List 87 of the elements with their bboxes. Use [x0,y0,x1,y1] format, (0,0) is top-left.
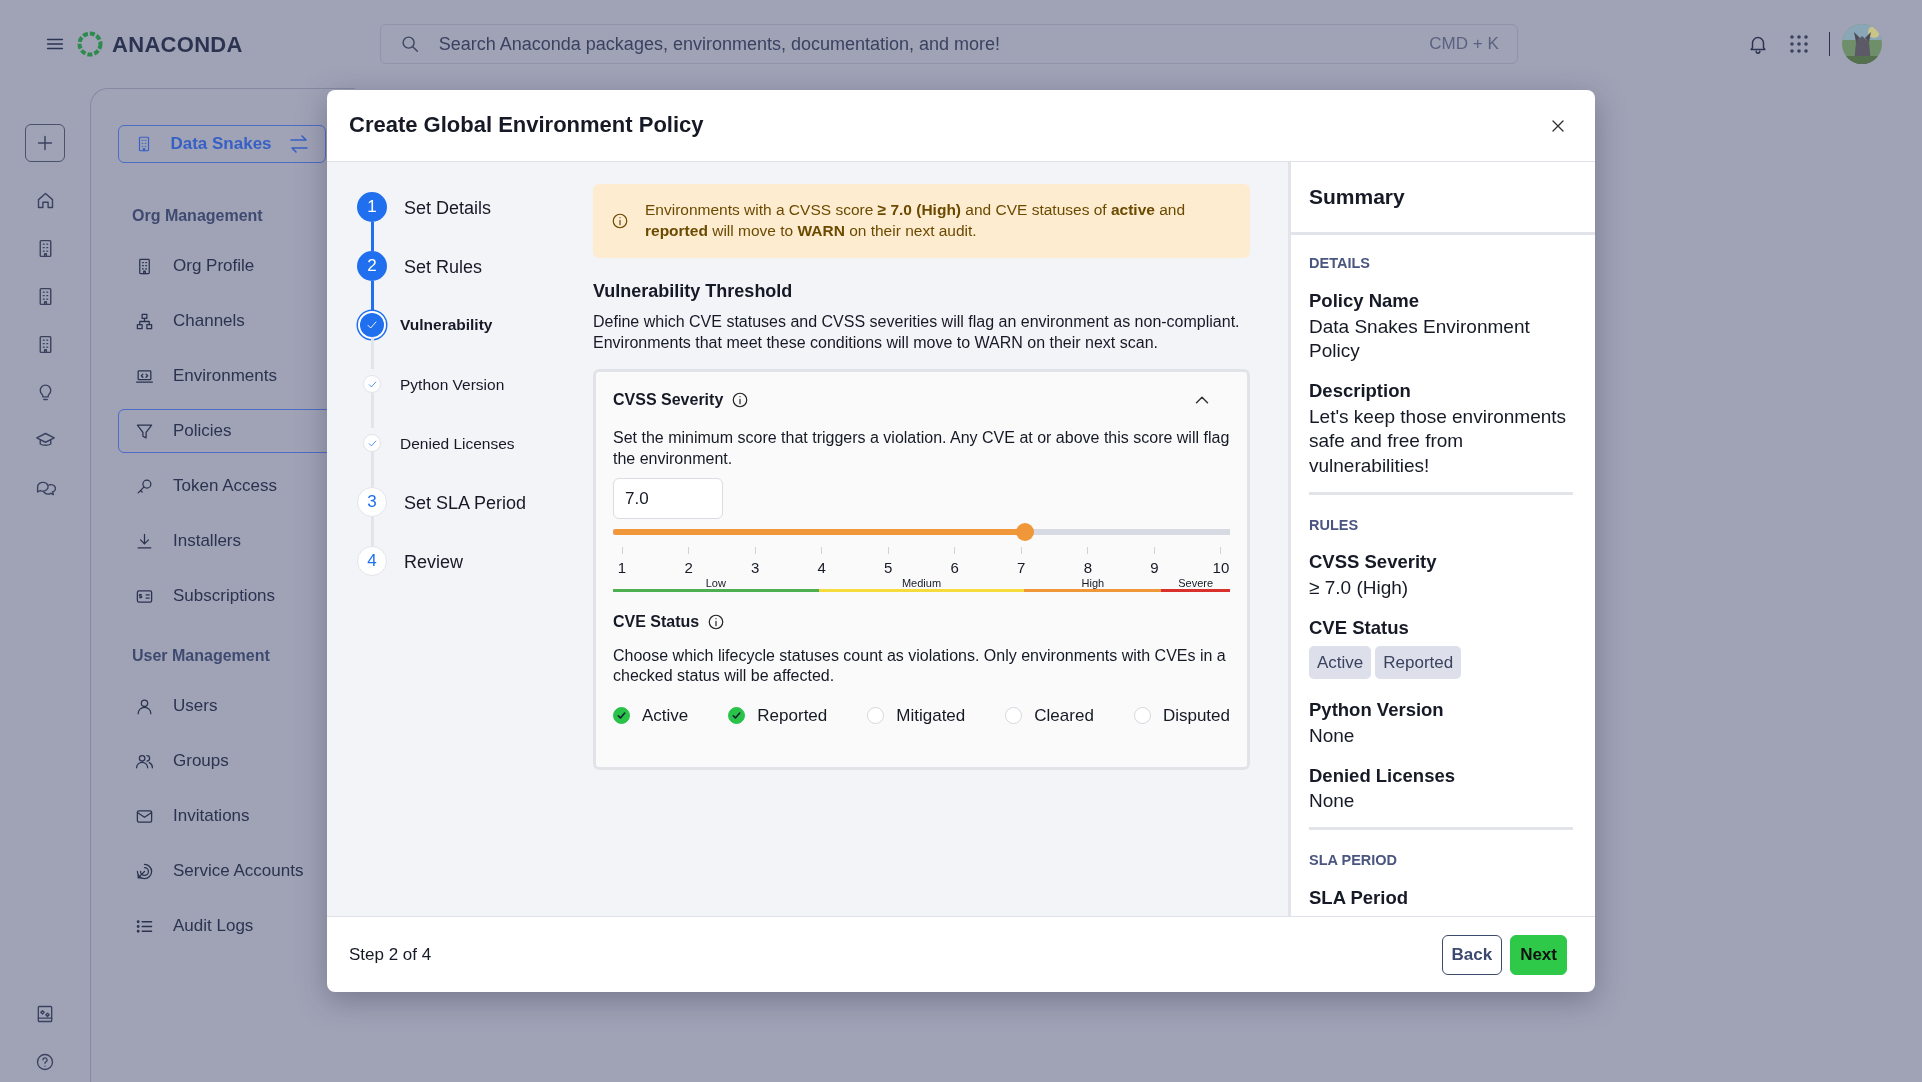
logo-text: ANACONDA [112,30,243,59]
section-description: Define which CVE statuses and CVSS severities will flag an environment as non-compliant. Environments that meet these conditions will move to WARN on their next scan. [593,311,1241,353]
download-icon [135,531,154,551]
checkbox[interactable]: Mitigated [867,703,966,729]
summary-field-value: ≥ 7.0 (High) [1309,576,1410,601]
summary-field-value: Data Snakes Environment Policy [1309,314,1531,364]
swap-icon [289,135,309,153]
summary-section-heading: SLA PERIOD [1309,851,1399,870]
status-tag: Active [1309,645,1372,680]
step-label[interactable]: Set Details [404,192,492,222]
back-button[interactable]: Back [1441,934,1503,975]
score-input[interactable]: 7.0 [613,478,723,520]
sidebar-item[interactable]: Users [118,684,358,728]
network-icon [135,311,154,331]
step-number: 2 [357,251,387,281]
section-heading: Org Management [132,206,264,226]
summary-field-label: Description [1309,378,1412,403]
notebook-icon[interactable] [35,1004,55,1024]
step-number: 4 [357,546,387,576]
severity-band: Low [613,576,819,592]
dialog-title: Create Global Environment Policy [349,112,704,139]
shortcut-hint: CMD + K [1429,33,1499,56]
sidebar-item[interactable]: Org Profile [118,244,358,288]
substep-label[interactable]: Python Version [400,369,505,397]
next-button[interactable]: Next [1510,934,1567,975]
info-icon [731,391,750,410]
tick-label: 1 [617,559,627,577]
info-icon [611,211,629,230]
step-number: 1 [357,192,387,222]
tick-label: 5 [884,559,893,577]
tick-label: 2 [684,559,693,577]
tick-label: 3 [750,559,760,577]
severity-band: Severe [1161,576,1230,592]
target-icon [135,861,154,881]
checkbox[interactable]: Disputed [1133,703,1230,729]
new-button[interactable] [25,124,65,162]
summary-field-value: None [1309,789,1356,814]
section-title: Vulnerability Threshold [593,279,794,303]
step-label[interactable]: Set Rules [404,251,483,281]
sidebar-item[interactable]: Environments [118,354,358,398]
summary-field-value: Let's keep those environments safe and free from vulnerabilities! [1309,404,1568,478]
tick-label: 6 [950,559,959,577]
sidebar-item[interactable]: Subscriptions [118,574,358,618]
help-icon[interactable] [35,1052,55,1072]
summary-field-label: Python Version [1309,698,1445,723]
logo-icon [76,30,104,58]
sidebar-item[interactable]: Groups [118,739,358,783]
apps-grid-icon[interactable] [1788,34,1809,54]
checkbox[interactable]: Reported [728,703,828,729]
tick-label: 10 [1212,559,1230,577]
checkbox[interactable]: Cleared [1005,703,1094,729]
info-icon [707,612,726,631]
sidebar-item[interactable]: Invitations [118,794,358,838]
summary-title: Summary [1291,162,1595,235]
summary-section-heading: RULES [1309,515,1360,535]
search-field[interactable]: Search Anaconda packages, environments, documentation, and more! [436,29,1414,59]
summary-field-label: CVSS Severity [1309,550,1438,575]
status-tag: Reported [1375,645,1462,680]
summary-field-label: Policy Name [1309,288,1421,313]
tick-label: 4 [817,559,826,577]
tick-label: 9 [1150,559,1159,577]
panel-description: Set the minimum score that triggers a violation. Any CVE at or above this score will flag the environment. [613,428,1230,470]
slider-thumb[interactable] [1015,523,1034,542]
tick-label: 7 [1017,559,1026,577]
checkbox[interactable]: Active [613,703,689,729]
sidebar-item[interactable]: Service Accounts [118,849,358,893]
sidebar-item[interactable]: Channels [118,299,358,343]
step-label[interactable]: Set SLA Period [404,487,527,517]
panel-description: Choose which lifecycle statuses count as violations. Only environments with CVEs in a checked status will be affected. [613,645,1227,687]
substep-label[interactable]: Vulnerability [400,310,493,337]
summary-field-label: CVE Status [1309,615,1410,640]
section-heading: User Management [132,646,271,666]
summary-section-heading: DETAILS [1309,254,1371,273]
severity-band: Medium [818,576,1025,592]
panel-title: CVSS Severity [613,390,724,411]
sidebar-item[interactable]: Installers [118,519,358,563]
step-label[interactable]: Review [404,546,464,576]
panel-title: CVE Status [613,611,700,632]
summary-field-label: SLA Period [1309,885,1410,910]
severity-band: High [1024,576,1162,592]
tick-label: 8 [1083,559,1092,577]
alert-text: Environments with a CVSS score ≥ 7.0 (High) and CVE statuses of active and reported will move to WARN on their next audit. [645,200,1187,241]
summary-field-label: Denied Licenses [1309,763,1456,788]
step-number: 3 [357,487,387,517]
sidebar-item[interactable]: Token Access [118,464,358,508]
summary-field-value: None [1309,723,1356,748]
substep-label[interactable]: Denied Licenses [400,428,515,456]
